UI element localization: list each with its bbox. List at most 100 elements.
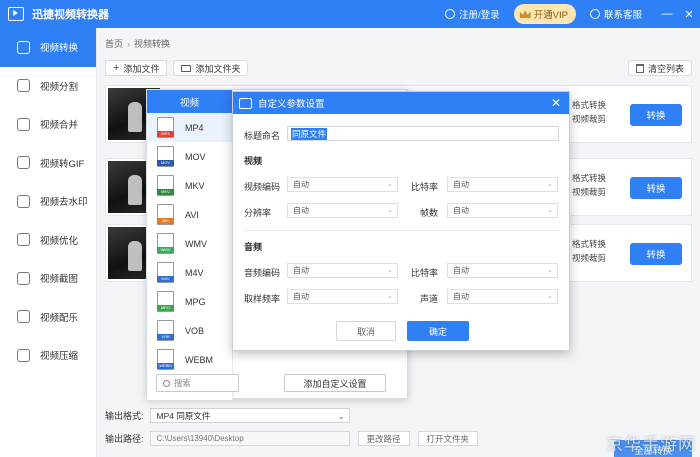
row-info: 格式转换 视频裁剪 — [572, 98, 606, 126]
add-custom-setting-button[interactable]: 添加自定义设置 — [284, 374, 386, 392]
row-info: 格式转换 视频裁剪 — [572, 171, 606, 199]
file-icon: VOB — [157, 320, 174, 341]
sidebar-item-label: 视频转换 — [40, 43, 79, 55]
sidebar-item-label: 视频压缩 — [40, 351, 79, 363]
search-icon — [163, 379, 170, 387]
sidebar-item-video-convert[interactable]: 视频转换 — [0, 28, 96, 67]
format-item-mpg[interactable]: MPG MPG — [147, 287, 232, 316]
format-item-mp4[interactable]: MP4 MP4 — [147, 113, 232, 142]
login-link[interactable]: 注册/登录 — [445, 7, 500, 21]
row-line-crop[interactable]: 视频裁剪 — [572, 112, 606, 126]
breadcrumb-home[interactable]: 首页 — [105, 39, 123, 49]
clear-list-button[interactable]: 清空列表 — [627, 60, 692, 76]
add-file-button[interactable]: + 添加文件 — [105, 60, 168, 76]
row-line-crop[interactable]: 视频裁剪 — [572, 185, 606, 199]
audio-codec-select[interactable]: 自动 ⌄ — [287, 263, 398, 278]
framerate-select[interactable]: 自动 ⌄ — [447, 203, 558, 218]
dialog-header: 自定义参数设置 ✕ — [233, 92, 569, 114]
title-name-input[interactable]: 同原文件 — [287, 126, 559, 141]
audio-bitrate-select[interactable]: 自动 ⌄ — [447, 263, 558, 278]
framerate-value: 自动 — [453, 206, 469, 215]
add-folder-button[interactable]: 添加文件夹 — [173, 60, 249, 76]
customer-service-link[interactable]: 联系客服 — [589, 7, 642, 21]
output-format-row: 输出格式: MP4 同原文件 ⌄ — [105, 408, 350, 423]
file-icon: MKV — [157, 175, 174, 196]
watermark-remove-icon — [17, 194, 30, 208]
convert-button[interactable]: 转换 — [630, 104, 682, 126]
titlebar-actions: 注册/登录 开通VIP 联系客服 — ✕ — [445, 0, 700, 28]
output-path-field[interactable]: C:\Users\13940\Desktop — [149, 431, 350, 446]
change-path-button[interactable]: 更改路径 — [357, 431, 410, 446]
sidebar-item-video-screenshot[interactable]: 视频截图 — [0, 259, 96, 298]
close-icon[interactable]: ✕ — [551, 96, 561, 110]
sidebar-item-video-optimize[interactable]: 视频优化 — [0, 221, 96, 260]
sidebar-item-video-music[interactable]: 视频配乐 — [0, 298, 96, 337]
file-icon: MOV — [157, 146, 174, 167]
breadcrumb-current: 视频转换 — [134, 39, 171, 49]
convert-button[interactable]: 转换 — [630, 177, 682, 199]
cancel-button[interactable]: 取消 — [336, 321, 396, 341]
file-icon-band: MOV — [157, 160, 174, 166]
sidebar-item-video-compress[interactable]: 视频压缩 — [0, 336, 96, 375]
file-icon: AVI — [157, 204, 174, 225]
video-codec-select[interactable]: 自动 ⌄ — [287, 177, 398, 192]
channel-select[interactable]: 自动 ⌄ — [447, 289, 558, 304]
format-item-mkv[interactable]: MKV MKV — [147, 171, 232, 200]
tab-video[interactable]: 视频 — [147, 90, 232, 113]
format-item-webm[interactable]: WEBM WEBM — [147, 345, 232, 374]
compress-icon — [17, 348, 30, 362]
format-search-input[interactable]: 搜索 — [156, 374, 239, 392]
open-folder-button[interactable]: 打开文件夹 — [417, 431, 479, 446]
service-label: 联系客服 — [603, 10, 642, 21]
file-icon: MP4 — [157, 117, 174, 138]
close-window-button[interactable]: ✕ — [678, 8, 700, 21]
sidebar-item-label: 视频优化 — [40, 235, 79, 247]
sidebar-item-video-to-gif[interactable]: 视频转GIF — [0, 144, 96, 183]
title-bar: 迅捷视频转换器 注册/登录 开通VIP 联系客服 — ✕ — [0, 0, 700, 28]
sidebar-item-video-merge[interactable]: 视频合并 — [0, 105, 96, 144]
screenshot-icon — [17, 271, 30, 285]
vip-button[interactable]: 开通VIP — [513, 4, 576, 24]
confirm-button[interactable]: 确定 — [407, 321, 469, 341]
video-icon — [239, 97, 252, 109]
chevron-down-icon: ⌄ — [547, 181, 553, 188]
video-bitrate-select[interactable]: 自动 ⌄ — [447, 177, 558, 192]
video-codec-value: 自动 — [293, 180, 309, 189]
row-line-format[interactable]: 格式转换 — [572, 171, 606, 185]
convert-button[interactable]: 转换 — [630, 243, 682, 265]
chevron-down-icon: ⌄ — [547, 267, 553, 274]
chevron-down-icon: ⌄ — [387, 207, 393, 214]
dialog-title: 自定义参数设置 — [258, 99, 325, 110]
add-file-label: 添加文件 — [123, 63, 160, 74]
format-item-avi[interactable]: AVI AVI — [147, 200, 232, 229]
format-item-m4v[interactable]: M4V M4V — [147, 258, 232, 287]
chevron-down-icon: ⌄ — [387, 181, 393, 188]
format-label: MPG — [185, 296, 206, 307]
trash-icon — [635, 63, 644, 73]
format-item-wmv[interactable]: WMV WMV — [147, 229, 232, 258]
headset-icon — [589, 9, 600, 19]
file-icon: WEBM — [157, 349, 174, 370]
video-codec-label: 视频编码 — [244, 182, 281, 192]
format-item-vob[interactable]: VOB VOB — [147, 316, 232, 345]
samplerate-select[interactable]: 自动 ⌄ — [287, 289, 398, 304]
format-item-mov[interactable]: MOV MOV — [147, 142, 232, 171]
file-icon-band: WEBM — [157, 363, 174, 369]
music-icon — [17, 310, 30, 324]
audio-codec-label: 音频编码 — [244, 268, 281, 278]
name-label: 标题命名 — [244, 131, 281, 141]
resolution-value: 自动 — [293, 206, 309, 215]
file-icon-band: MP4 — [157, 131, 174, 137]
output-format-select[interactable]: MP4 同原文件 ⌄ — [149, 408, 350, 423]
format-list: 视频 MP4 MP4 MOV MOV MKV MKV AVI AVI WMV W… — [147, 90, 233, 400]
vip-label: 开通VIP — [533, 10, 568, 21]
sidebar-item-label: 视频去水印 — [40, 197, 88, 209]
sidebar-item-remove-watermark[interactable]: 视频去水印 — [0, 182, 96, 221]
row-line-crop[interactable]: 视频裁剪 — [572, 251, 606, 265]
minimize-button[interactable]: — — [656, 8, 678, 20]
row-line-format[interactable]: 格式转换 — [572, 237, 606, 251]
sidebar-item-video-split[interactable]: 视频分割 — [0, 67, 96, 106]
row-line-format[interactable]: 格式转换 — [572, 98, 606, 112]
file-icon-band: WMV — [157, 247, 174, 253]
resolution-select[interactable]: 自动 ⌄ — [287, 203, 398, 218]
